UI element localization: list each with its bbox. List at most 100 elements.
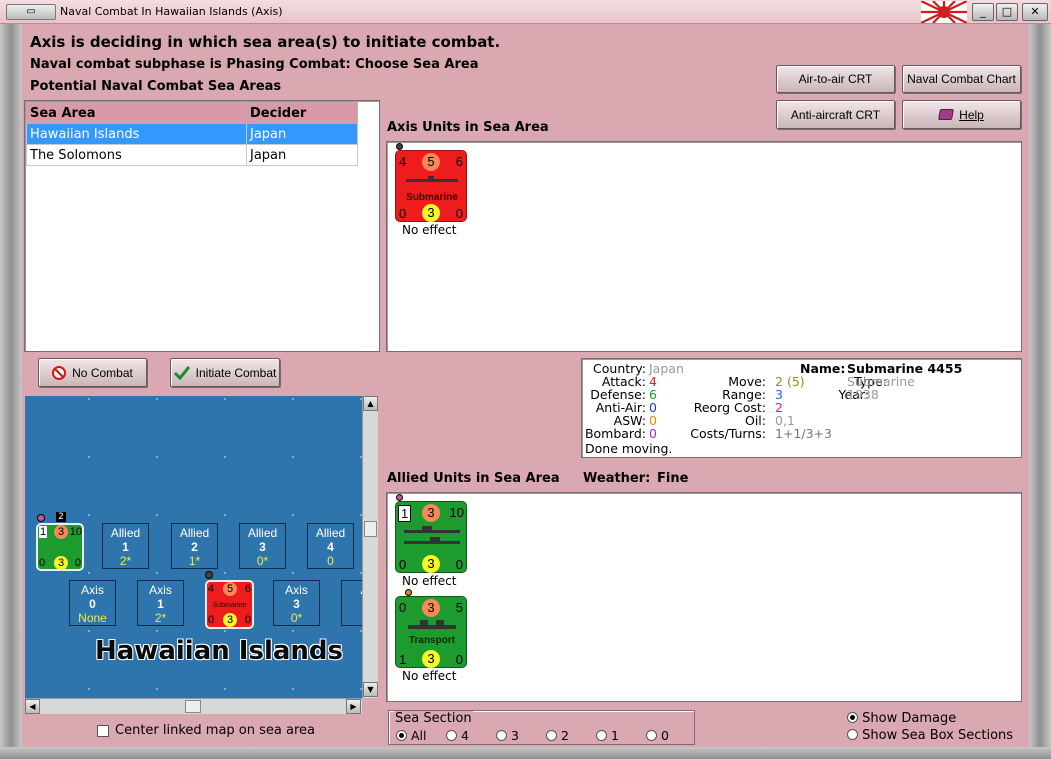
move-extra-value: (5) [786, 374, 805, 389]
column-header-decider[interactable]: Decider [246, 102, 358, 124]
box-label: Axis [81, 583, 104, 597]
help-label: Help [959, 107, 984, 122]
move-circle: 3 [422, 504, 440, 522]
center-map-checkbox-row[interactable]: Center linked map on sea area [97, 723, 315, 738]
anti-aircraft-crt-button[interactable]: Anti-aircraft CRT [776, 100, 895, 129]
attack-value: 1 [39, 526, 48, 538]
year-value: 1938 [847, 387, 879, 402]
box-value: 0* [290, 611, 303, 625]
sea-area-map[interactable]: 2 1 3 10 0 3 0 Allied 1 2* Allied 2 1* Allie… [25, 396, 362, 698]
scroll-thumb[interactable] [185, 700, 201, 713]
radio-icon [646, 730, 657, 741]
map-axis-submarine-counter[interactable]: 4 5 6 Submarine 0 3 0 [205, 580, 254, 629]
naval-combat-chart-button[interactable]: Naval Combat Chart [902, 65, 1021, 93]
allied-unit-counter-1[interactable]: 1 3 10 0 3 0 [395, 501, 467, 573]
show-damage-option[interactable]: Show Damage [847, 711, 956, 726]
bottom-left-value: 0 [399, 557, 407, 572]
air-to-air-crt-button[interactable]: Air-to-air CRT [776, 65, 895, 93]
unit-status-label: No effect [402, 223, 457, 237]
table-row[interactable]: The Solomons Japan [26, 144, 358, 166]
scroll-left-icon[interactable]: ◀ [25, 699, 40, 714]
box-value: None [78, 611, 107, 625]
section-option-0[interactable]: 0 [646, 728, 691, 743]
section-option-4[interactable]: 4 [446, 728, 496, 743]
box-number: 3 [259, 540, 266, 554]
supply-circle: 3 [422, 204, 440, 222]
axis-sea-box-3[interactable]: Axis 3 0* [273, 580, 320, 626]
attack-value: 4 [399, 154, 407, 169]
section-option-all[interactable]: All [396, 728, 446, 743]
unit-type-label: Transport [408, 635, 456, 646]
radio-icon [496, 730, 507, 741]
column-header-sea-area[interactable]: Sea Area [26, 102, 247, 124]
title-bar: ▭ Naval Combat In Hawaiian Islands (Axis… [0, 0, 1051, 24]
box-value: 2* [119, 554, 132, 568]
map-vertical-scrollbar[interactable]: ▲ ▼ [362, 396, 378, 698]
show-sea-box-sections-label: Show Sea Box Sections [862, 728, 1014, 743]
radio-icon [546, 730, 557, 741]
bottom-left-value: 1 [399, 652, 407, 667]
box-number: 0 [89, 597, 96, 611]
box-label: A [342, 583, 362, 597]
initiate-combat-button[interactable]: Initiate Combat [170, 358, 280, 387]
box-value: 0* [256, 554, 269, 568]
map-horizontal-scrollbar[interactable]: ◀ ▶ [25, 698, 362, 714]
defense-value: 10 [69, 526, 82, 538]
scroll-up-icon[interactable]: ▲ [363, 396, 378, 411]
center-map-checkbox[interactable] [97, 724, 109, 737]
no-combat-button[interactable]: No Combat [38, 358, 147, 387]
sea-area-table: Sea Area Decider Hawaiian Islands Japan … [26, 102, 358, 166]
section-option-2[interactable]: 2 [546, 728, 596, 743]
unit-type-label: Submarine [212, 602, 247, 609]
stack-marker-icon [37, 514, 45, 522]
bottom-right-value: 0 [455, 652, 463, 667]
maximize-icon[interactable]: □ [996, 3, 1018, 21]
box-number: 4 [327, 540, 334, 554]
box-value: 2* [154, 611, 167, 625]
allied-transport-counter[interactable]: 0 3 5 Transport 1 3 0 [395, 596, 467, 668]
window-title: Naval Combat In Hawaiian Islands (Axis) [60, 5, 283, 18]
system-menu-button[interactable]: ▭ [6, 4, 56, 20]
axis-sea-box-1[interactable]: Axis 1 2* [137, 580, 184, 626]
box-number: 3 [293, 597, 300, 611]
section-option-label: All [410, 728, 427, 743]
section-option-label: 3 [510, 728, 519, 743]
show-sea-box-sections-option[interactable]: Show Sea Box Sections [847, 728, 1013, 743]
sea-section-group: Sea Section All 4 3 2 1 0 [388, 710, 695, 745]
supply-circle: 3 [54, 556, 68, 570]
scroll-down-icon[interactable]: ▼ [363, 682, 378, 697]
allied-sea-box-3[interactable]: Allied 3 0* [239, 523, 286, 569]
sea-area-map-title: Hawaiian Islands [95, 636, 344, 666]
box-label: Allied [179, 526, 210, 540]
axis-sea-box-0[interactable]: Axis 0 None [69, 580, 116, 626]
window-frame-left [0, 24, 22, 759]
subphase-text: Naval combat subphase is Phasing Combat:… [30, 57, 479, 72]
axis-submarine-counter[interactable]: 4 5 6 Submarine 0 3 0 [395, 150, 467, 222]
defense-value: 10 [449, 505, 464, 520]
sea-area-cell: The Solomons [26, 144, 247, 166]
allied-sea-box-1[interactable]: Allied 1 2* [102, 523, 149, 569]
table-row[interactable]: Hawaiian Islands Japan [26, 123, 358, 145]
allied-sea-box-4[interactable]: Allied 4 0 [307, 523, 354, 569]
section-option-1[interactable]: 1 [596, 728, 646, 743]
bottom-right-value: 0 [74, 557, 81, 569]
window-frame-right [1029, 24, 1051, 759]
allied-sea-box-2[interactable]: Allied 2 1* [171, 523, 218, 569]
minimize-icon[interactable]: _ [972, 3, 994, 21]
section-option-3[interactable]: 3 [496, 728, 546, 743]
rising-sun-flag-icon [921, 1, 967, 23]
scroll-right-icon[interactable]: ▶ [346, 699, 361, 714]
bottom-right-value: 0 [244, 614, 251, 626]
radio-icon [847, 712, 858, 723]
map-allied-counter[interactable]: 1 3 10 0 3 0 [36, 523, 84, 571]
unit-status-label: No effect [402, 574, 457, 588]
radio-icon [596, 730, 607, 741]
scroll-thumb[interactable] [364, 521, 377, 537]
sea-section-options: All 4 3 2 1 0 [396, 728, 691, 743]
help-button[interactable]: Help [902, 100, 1021, 129]
show-damage-label: Show Damage [862, 711, 957, 726]
stack-marker-icon [396, 494, 403, 501]
close-icon[interactable]: ✕ [1022, 3, 1048, 21]
axis-sea-box-4[interactable]: A [341, 580, 362, 626]
sea-section-label: Sea Section [394, 711, 473, 726]
